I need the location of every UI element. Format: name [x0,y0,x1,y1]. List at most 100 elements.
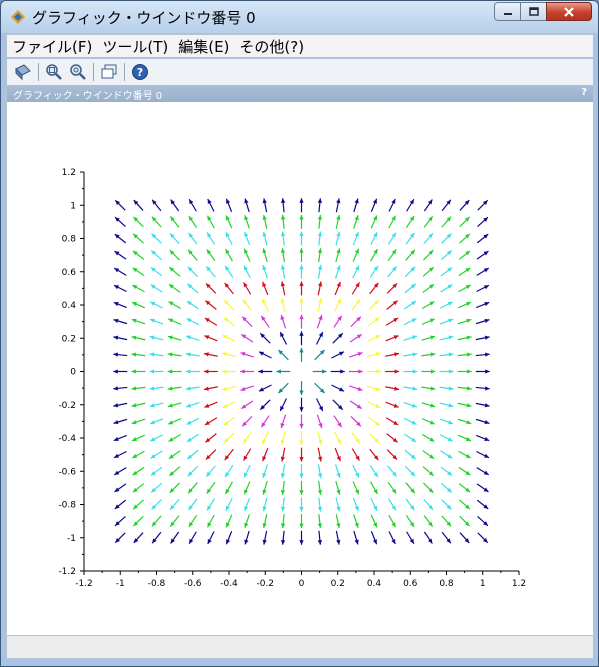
quiver-arrow-head [186,335,192,340]
menu-tools[interactable]: ツール(T) [97,36,173,57]
quiver-arrow-head [299,214,304,220]
menu-edit[interactable]: 編集(E) [173,36,234,57]
unzoom-icon [70,64,86,80]
quiver-arrow-head [428,538,433,544]
quiver-arrow-head [299,231,304,237]
quiver-arrow-head [167,369,173,374]
quiver-arrow-head [280,423,285,429]
quiver-arrow-head [299,298,304,303]
x-tick-label: -1.2 [75,579,93,589]
quiver-arrow-head [258,369,263,374]
y-tick-label: 1.2 [62,168,76,178]
menu-file[interactable]: ファイル(F) [7,36,97,57]
close-button[interactable] [546,2,592,21]
minimize-button[interactable] [494,2,521,21]
plot-canvas[interactable]: 1.2 1 0.8 0.6 0.4 0.2 0 -0.2 -0.4 -0.6 -0.8 -1 -1.2 -… [6,102,594,635]
quiver-arrow-head [114,487,120,492]
quiver-arrow-head [185,352,191,357]
help-button[interactable]: ? [130,62,150,82]
quiver-arrow-head [340,369,345,374]
minimize-icon [503,12,512,15]
quiver-arrow-head [204,386,209,391]
toolbar-separator [93,63,94,81]
quiver-arrow-head [299,248,304,253]
quiver-arrow-head [318,423,323,429]
quiver-arrow-head [149,369,155,374]
y-tick-label: 0.4 [62,301,77,311]
window-title: グラフィック・ウインドウ番号 0 [32,9,256,27]
datatip-button[interactable] [99,62,119,82]
quiver-arrow-head [317,456,323,462]
y-tick-label: 0.8 [62,235,77,245]
quiver-arrow-head [336,215,341,220]
quiver-arrow-head [467,369,472,374]
datatip-icon [101,64,117,79]
quiver-arrow-head [276,369,281,374]
quiver-arrow-head [280,264,286,270]
quiver-arrow-head [262,523,267,528]
quiver-arrow-head [280,314,285,320]
rotate-button[interactable] [13,62,33,82]
x-tick-label: -0.4 [220,579,238,589]
quiver-arrow-head [262,539,267,545]
quiver-arrow-head [113,403,119,408]
zoom-icon [46,64,62,80]
unzoom-button[interactable] [68,62,88,82]
scilab-app-icon [11,10,25,24]
quiver-arrow-head [131,335,137,340]
help-icon: ? [132,64,148,80]
quiver-arrow-head [430,369,436,374]
menu-bar: ファイル(F) ツール(T) 編集(E) その他(?) [6,34,594,58]
quiver-arrow-head [299,198,304,203]
y-tick-label: 0.6 [62,268,77,278]
quiver-arrow-head [280,473,286,479]
quiver-arrow-head [394,369,400,374]
y-tick-label: -1 [67,534,76,544]
close-icon [564,6,574,17]
quiver-arrow-head [336,198,341,204]
quiver-arrow-head [299,281,304,286]
figure-panel-header: グラフィック・ウインドウ番号 0 ? [6,86,594,102]
quiver-arrow-head [240,352,246,357]
quiver-arrow-head [280,281,286,287]
quiver-arrow-head [262,472,267,478]
graphic-window: グラフィック・ウインドウ番号 0 ファイル(F) ツール(T) 編集(E) その… [0,0,599,667]
quiver-arrow-head [170,538,175,544]
y-tick-label: -0.8 [58,501,76,511]
x-tick-label: -0.8 [148,579,166,589]
x-tick-label: -0.6 [184,579,202,589]
quiver-arrow-head [466,318,472,323]
quiver-arrow-head [412,386,418,391]
quiver-arrow-head [222,369,227,374]
quiver-arrow-head [354,215,359,221]
x-tick-label: 1 [480,579,486,589]
title-bar[interactable]: グラフィック・ウインドウ番号 0 [1,1,598,33]
zoom-button[interactable] [44,62,64,82]
quiver-arrow-head [299,264,304,270]
quiver-arrow-head [484,335,490,340]
panel-title: グラフィック・ウインドウ番号 0 [13,91,163,102]
quiver-arrow-head [299,407,304,412]
quiver-arrow-head [299,473,304,479]
quiver-arrow-head [299,423,304,429]
quiver-arrow-head [299,314,304,320]
menu-other[interactable]: その他(?) [234,36,309,57]
x-tick-label: 0.4 [367,579,382,589]
panel-help-icon[interactable]: ? [581,87,587,98]
y-tick-label: -0.6 [58,467,76,477]
quiver-arrow-head [131,318,137,323]
quiver-arrow-head [262,215,267,220]
quiver-arrow-head [299,347,304,353]
x-tick-label: 1.2 [512,579,526,589]
quiver-arrow-head [336,523,341,528]
quiver-arrow-head [318,314,323,320]
quiver-arrow-head [240,369,245,374]
maximize-icon [528,6,539,16]
maximize-button[interactable] [520,2,547,21]
caption-buttons [494,2,592,22]
quiver-arrow-head [170,199,175,205]
rotate-icon [15,64,31,81]
y-tick-label: -0.4 [58,434,76,444]
toolbar: ? [6,59,594,85]
quiver-arrow-head [466,335,472,340]
